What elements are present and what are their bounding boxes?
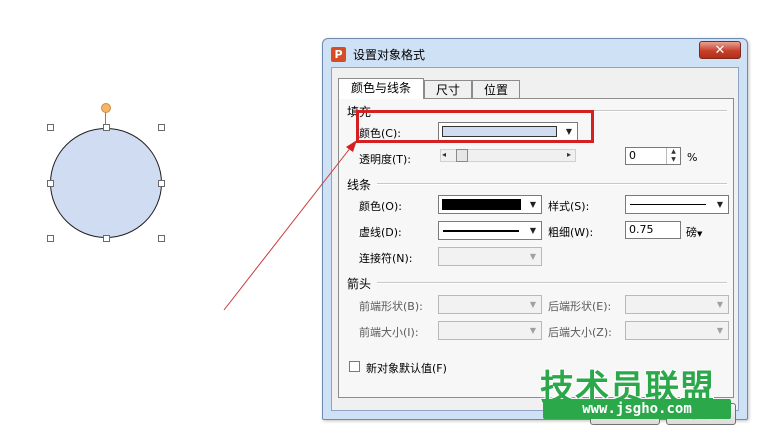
line-color-dropdown[interactable]: ▼ — [438, 195, 542, 214]
tab-color-and-lines[interactable]: 颜色与线条 — [338, 78, 424, 99]
begin-size-dropdown[interactable]: ▼ — [438, 321, 542, 340]
tab-panel-color-and-lines: 填充 颜色(C): ▼ 透明度(T): ◂ ▸ 0 ▲ ▼ % 线条 颜色(O): — [338, 98, 734, 398]
connector-label: 连接符(N): — [359, 252, 413, 265]
dash-sample — [443, 230, 519, 232]
resize-handle-n[interactable] — [103, 124, 110, 131]
dropdown-arrow-icon: ▼ — [697, 230, 703, 238]
resize-handle-nw[interactable] — [47, 124, 54, 131]
circle-shape[interactable] — [50, 128, 162, 238]
transparency-label: 透明度(T): — [359, 153, 412, 166]
arrows-section-title: 箭头 — [347, 277, 372, 291]
dropdown-arrow-icon: ▼ — [529, 226, 537, 235]
dropdown-arrow-icon: ▼ — [716, 200, 724, 209]
resize-handle-s[interactable] — [103, 235, 110, 242]
resize-handle-w[interactable] — [47, 180, 54, 187]
dropdown-arrow-icon: ▼ — [716, 326, 724, 335]
dialog-titlebar[interactable]: P 设置对象格式 ✕ — [323, 39, 747, 67]
dropdown-arrow-icon: ▼ — [716, 300, 724, 309]
weight-value: 0.75 — [629, 223, 654, 236]
tab-size[interactable]: 尺寸 — [424, 80, 472, 98]
connector-dropdown[interactable]: ▼ — [438, 247, 542, 266]
line-style-sample — [630, 204, 706, 205]
end-style-dropdown[interactable]: ▼ — [625, 295, 729, 314]
arrows-separator — [377, 282, 727, 284]
line-color-swatch — [442, 199, 521, 210]
dash-label: 虚线(D): — [359, 226, 402, 239]
dialog-title: 设置对象格式 — [353, 48, 426, 62]
line-style-dropdown[interactable]: ▼ — [625, 195, 729, 214]
close-button[interactable]: ✕ — [699, 41, 741, 59]
app-icon: P — [331, 47, 346, 62]
tab-position[interactable]: 位置 — [472, 80, 520, 98]
fill-color-highlight-box — [356, 110, 594, 143]
begin-style-label: 前端形状(B): — [359, 300, 423, 313]
weight-unit: 磅 — [686, 226, 697, 239]
weight-input[interactable]: 0.75 — [625, 221, 681, 239]
default-for-new-objects-checkbox[interactable] — [349, 361, 360, 372]
dropdown-arrow-icon: ▼ — [529, 200, 537, 209]
transparency-slider-thumb[interactable] — [456, 149, 468, 162]
end-size-label: 后端大小(Z): — [548, 326, 612, 339]
resize-handle-e[interactable] — [158, 180, 165, 187]
dash-dropdown[interactable]: ▼ — [438, 221, 542, 240]
dropdown-arrow-icon: ▼ — [529, 252, 537, 261]
line-section-title: 线条 — [347, 178, 372, 192]
transparency-input[interactable]: 0 ▲ ▼ — [625, 147, 681, 165]
resize-handle-se[interactable] — [158, 235, 165, 242]
resize-handle-ne[interactable] — [158, 124, 165, 131]
watermark-url: www.jsgho.com — [543, 399, 731, 419]
transparency-value: 0 — [629, 149, 636, 162]
end-size-dropdown[interactable]: ▼ — [625, 321, 729, 340]
resize-handle-sw[interactable] — [47, 235, 54, 242]
begin-style-dropdown[interactable]: ▼ — [438, 295, 542, 314]
end-style-label: 后端形状(E): — [548, 300, 612, 313]
default-for-new-objects-label[interactable]: 新对象默认值(F) — [366, 360, 447, 376]
slider-left-arrow-icon[interactable]: ◂ — [442, 150, 446, 159]
transparency-spinner[interactable]: ▲ ▼ — [666, 148, 680, 164]
line-style-label: 样式(S): — [548, 200, 590, 213]
weight-unit-dropdown[interactable]: 磅▼ — [686, 224, 702, 240]
dropdown-arrow-icon: ▼ — [529, 326, 537, 335]
line-separator — [377, 183, 727, 185]
transparency-unit: % — [687, 151, 698, 164]
begin-size-label: 前端大小(I): — [359, 326, 419, 339]
line-color-label: 颜色(O): — [359, 200, 402, 213]
slider-right-arrow-icon[interactable]: ▸ — [567, 150, 571, 159]
rotation-handle[interactable] — [101, 103, 111, 113]
weight-label: 粗细(W): — [548, 226, 594, 239]
dropdown-arrow-icon: ▼ — [529, 300, 537, 309]
